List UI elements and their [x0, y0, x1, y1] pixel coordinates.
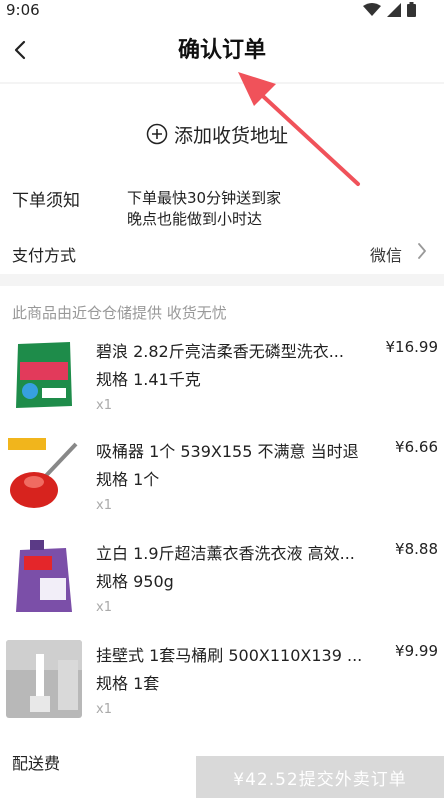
- product-name: 立白 1.9斤超洁薰衣香洗衣液 高效...: [96, 544, 355, 563]
- order-notice-text: 下单最快30分钟送到家 晚点也能做到小时达: [127, 188, 281, 230]
- product-image-liquid-detergent: [6, 538, 82, 616]
- product-quantity: x1: [96, 498, 112, 513]
- add-address-button[interactable]: 添加收货地址: [146, 119, 288, 149]
- status-time: 9:06: [6, 1, 40, 19]
- product-image-toilet-brush: [6, 640, 82, 718]
- product-item[interactable]: 碧浪 2.82斤亮洁柔香无磷型洗衣... ¥16.99 规格 1.41千克 x1: [0, 336, 444, 432]
- battery-icon: [407, 2, 416, 17]
- payment-method-value[interactable]: 微信: [370, 242, 402, 266]
- product-price: ¥6.66: [395, 438, 438, 456]
- payment-chevron-button[interactable]: [416, 241, 428, 265]
- page-title: 确认订单: [177, 38, 266, 63]
- status-icons: [363, 2, 416, 17]
- product-price: ¥8.88: [395, 540, 438, 558]
- product-quantity: x1: [96, 600, 112, 615]
- product-name: 挂壁式 1套马桶刷 500X110X139 ...: [96, 646, 363, 665]
- add-address-label: 添加收货地址: [174, 124, 289, 147]
- product-price: ¥16.99: [385, 338, 439, 356]
- product-spec: 规格 1套: [96, 674, 160, 693]
- cell-signal-icon: [387, 2, 401, 17]
- product-item[interactable]: 挂壁式 1套马桶刷 500X110X139 ... ¥9.99 规格 1套 x1: [0, 640, 444, 736]
- chevron-right-icon: [418, 243, 426, 259]
- wifi-icon: [363, 2, 381, 16]
- product-price: ¥9.99: [395, 642, 438, 660]
- warehouse-note: 此商品由近仓仓储提供 收货无忧: [12, 304, 227, 322]
- products-card: 此商品由近仓仓储提供 收货无忧 碧浪 2.82斤亮洁柔香无磷型洗衣... ¥16…: [0, 286, 444, 798]
- status-bar: 9:06: [0, 0, 444, 20]
- product-item[interactable]: 吸桶器 1个 539X155 不满意 当时退 ¥6.66 规格 1个 x1: [0, 436, 444, 532]
- delivery-fee-label-partial: 配送费: [12, 754, 61, 773]
- product-image-detergent-powder: [6, 336, 82, 414]
- order-notice-line-2: 晚点也能做到小时达: [127, 210, 263, 228]
- product-item[interactable]: 立白 1.9斤超洁薰衣香洗衣液 高效... ¥8.88 规格 950g x1: [0, 538, 444, 634]
- product-name: 碧浪 2.82斤亮洁柔香无磷型洗衣...: [96, 342, 344, 361]
- product-spec: 规格 1个: [96, 470, 160, 489]
- order-notice-line-1: 下单最快30分钟送到家: [127, 189, 282, 207]
- plus-circle-icon: [146, 123, 168, 145]
- product-spec: 规格 950g: [96, 572, 174, 591]
- product-name: 吸桶器 1个 539X155 不满意 当时退: [96, 442, 359, 461]
- product-image-plunger: [6, 436, 82, 514]
- order-notice-label: 下单须知: [12, 191, 80, 211]
- product-quantity: x1: [96, 398, 112, 413]
- order-info-card: 添加收货地址 下单须知 下单最快30分钟送到家 晚点也能做到小时达 支付方式 微…: [0, 84, 444, 274]
- product-quantity: x1: [96, 702, 112, 717]
- header: 确认订单: [0, 20, 444, 82]
- payment-method-label: 支付方式: [12, 246, 77, 265]
- submit-order-button[interactable]: ¥42.52提交外卖订单: [196, 756, 444, 798]
- product-spec: 规格 1.41千克: [96, 370, 201, 389]
